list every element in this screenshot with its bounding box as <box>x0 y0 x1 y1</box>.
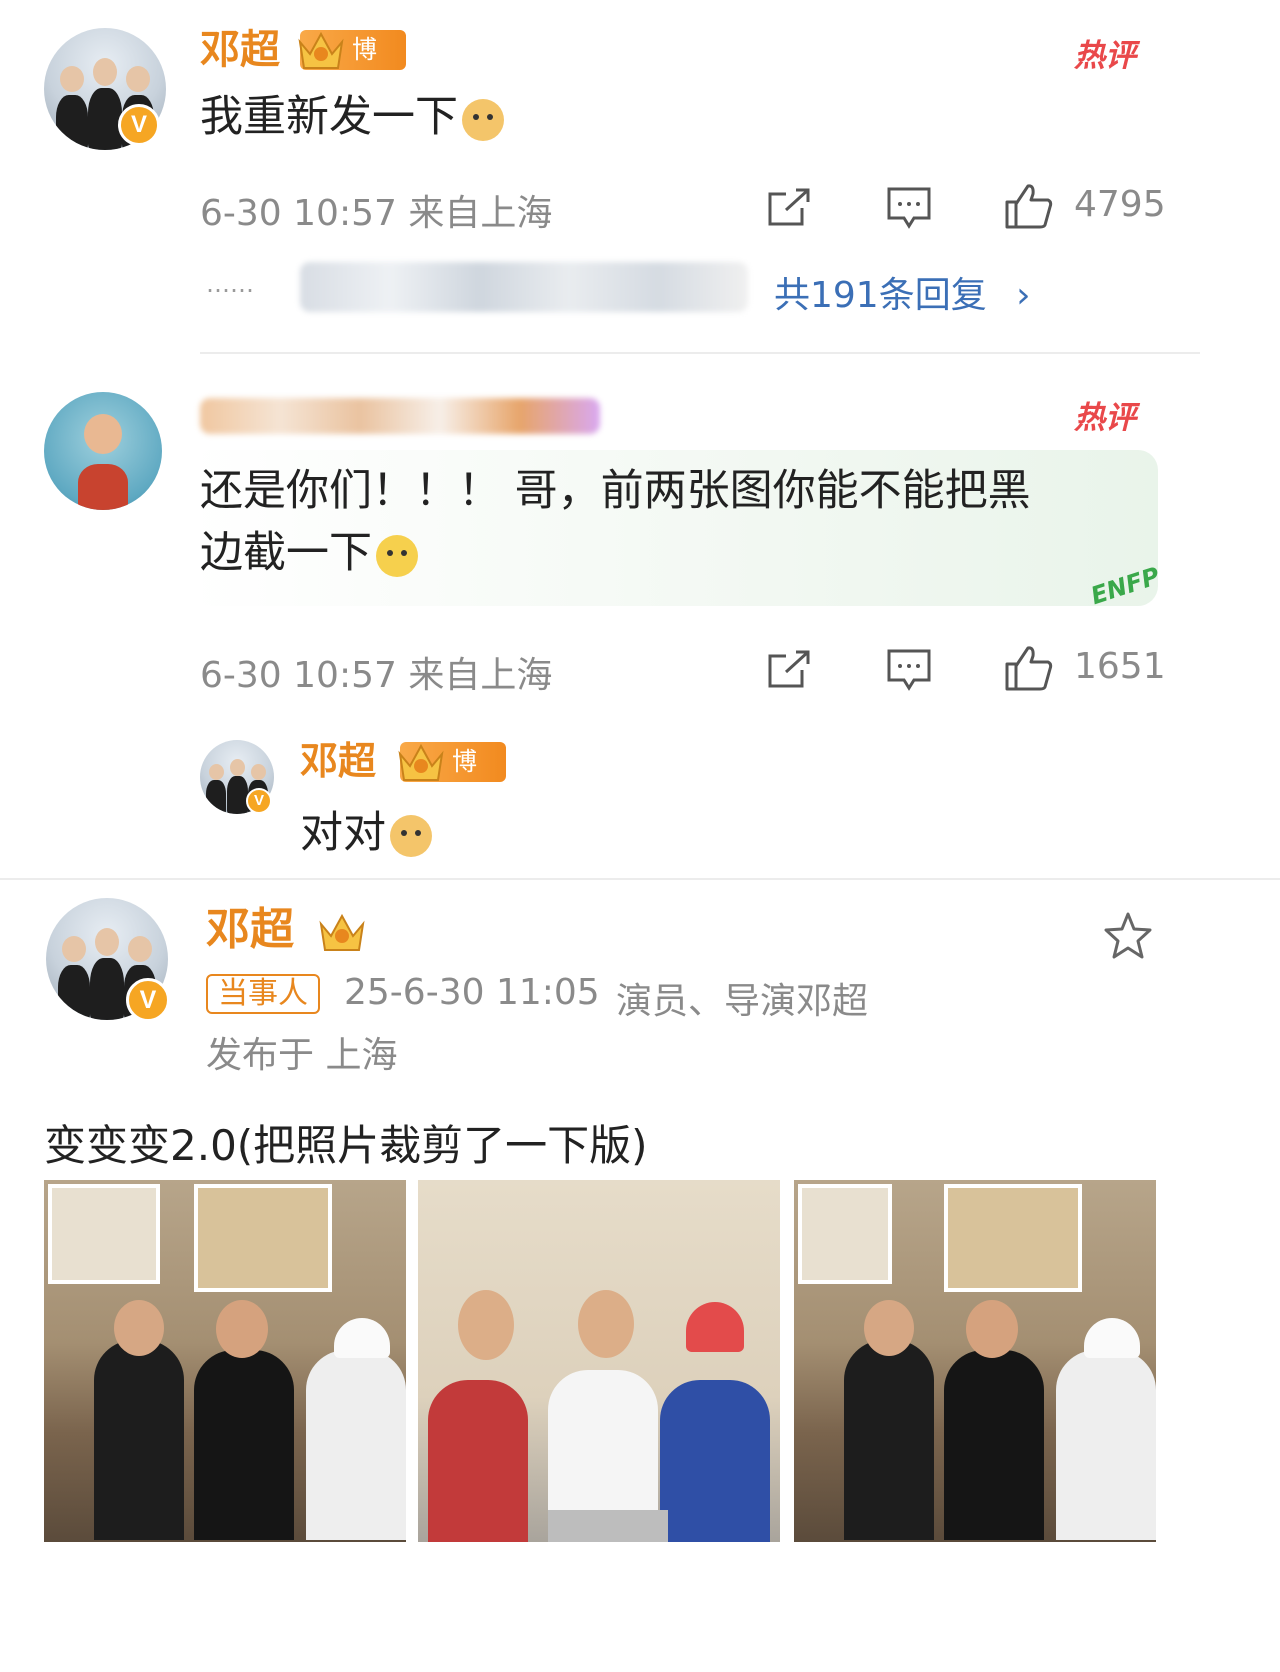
reply-text: 对对 <box>300 804 432 862</box>
avatar[interactable] <box>44 392 162 510</box>
comment-icon[interactable] <box>886 186 932 230</box>
blurred-reply-preview <box>300 262 748 312</box>
photo-3[interactable] <box>794 1180 1156 1542</box>
chevron-right-icon: › <box>1016 275 1031 316</box>
verified-badge-icon: V <box>118 104 160 146</box>
reply-username[interactable]: 邓超 <box>300 738 376 784</box>
favorite-star-icon[interactable] <box>1102 910 1154 962</box>
crown-icon <box>398 743 444 781</box>
comment-timestamp: 6-30 10:57 来自上海 <box>200 655 553 696</box>
verified-badge-icon: V <box>126 978 170 1022</box>
dive-emoji-icon <box>376 534 418 577</box>
replies-dots: …… <box>206 270 254 298</box>
blogger-badge: 博主 <box>398 742 506 816</box>
crown-icon <box>319 913 365 951</box>
view-replies-link[interactable]: 共191条回复 › <box>774 266 1031 318</box>
doge-emoji-icon <box>390 814 432 857</box>
like-icon[interactable] <box>1004 182 1054 230</box>
participant-tag: 当事人 <box>206 974 320 1014</box>
post-location: 发布于 上海 <box>206 1035 398 1076</box>
photo-2[interactable] <box>418 1180 780 1542</box>
like-count: 1651 <box>1074 646 1166 687</box>
crown-icon <box>298 31 344 69</box>
blogger-badge: 博主 <box>298 30 406 104</box>
badge-label: 博主 <box>452 747 478 816</box>
blurred-username[interactable] <box>200 398 600 434</box>
comment-text: 还是你们！！！ 哥，前两张图你能不能把黑 边截一下 <box>200 466 1031 578</box>
hot-comment-label: 热评 <box>1074 38 1136 74</box>
comment-timestamp: 6-30 10:57 来自上海 <box>200 193 553 234</box>
comment-icon[interactable] <box>886 648 932 692</box>
divider <box>200 352 1200 354</box>
verified-badge-icon: V <box>246 788 272 814</box>
share-icon[interactable] <box>766 648 812 690</box>
doge-emoji-icon <box>462 98 504 141</box>
post-text: 变变变2.0(把照片裁剪了一下版) <box>44 1121 648 1170</box>
divider <box>0 878 1280 880</box>
comment-text: 我重新发一下 <box>200 88 504 146</box>
share-icon[interactable] <box>766 186 812 228</box>
photo-1[interactable] <box>44 1180 406 1542</box>
hot-comment-label: 热评 <box>1074 400 1136 436</box>
like-icon[interactable] <box>1004 644 1054 692</box>
post-username[interactable]: 邓超 <box>206 904 294 956</box>
post-timestamp: 25-6-30 11:05 <box>344 972 600 1013</box>
username[interactable]: 邓超 <box>200 26 280 74</box>
post-author-description: 演员、导演邓超 <box>616 981 869 1022</box>
like-count: 4795 <box>1074 184 1166 225</box>
